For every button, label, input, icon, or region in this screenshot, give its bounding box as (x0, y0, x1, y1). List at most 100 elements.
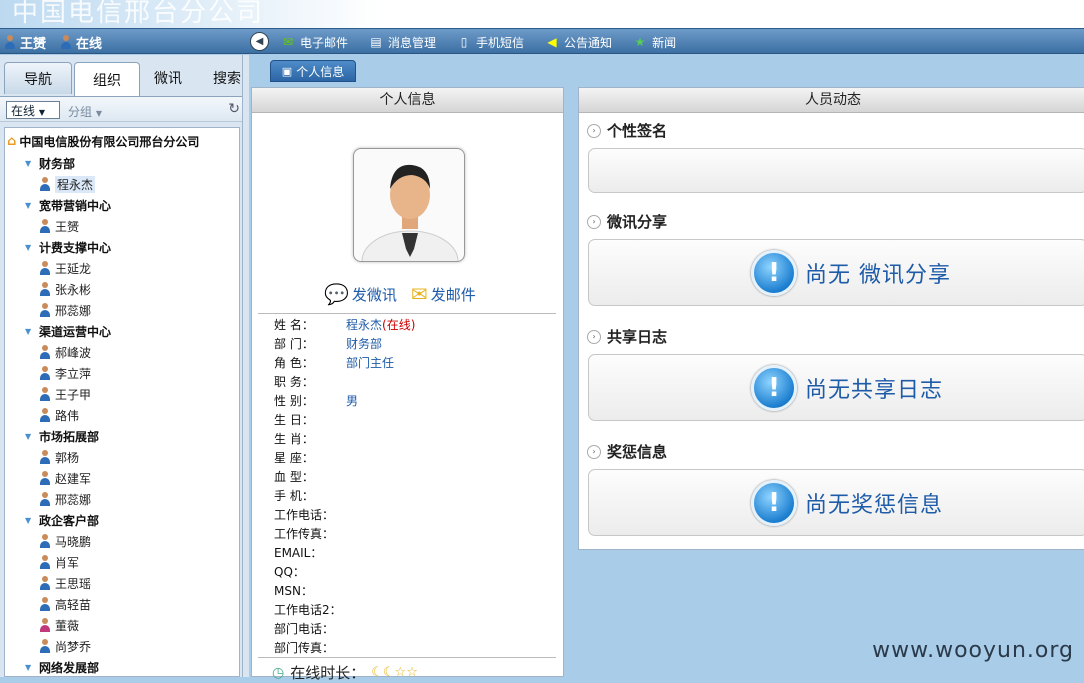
menu-message-manage[interactable]: ▤ 消息管理 (368, 33, 436, 51)
menu-notice[interactable]: ◀ 公告通知 (544, 33, 612, 51)
divider (258, 313, 556, 314)
mobile-phone-icon: ▯ (460, 35, 468, 49)
org-tree: ⌂ 中国电信股份有限公司邢台分公司 ▼ 财务部程永杰 ▼ 宽带营销中心王赟 ▼ 计费支撑中… (4, 127, 240, 677)
info-row: QQ： (274, 564, 305, 579)
person-icon (39, 387, 51, 401)
chevron-right-icon: › (587, 444, 601, 459)
contact-actions: 💬 发微讯 ✉ 发邮件 (324, 282, 476, 306)
tree-dept[interactable]: ▼ 网络发展部 (25, 658, 99, 676)
signature-box (588, 148, 1084, 193)
tree-dept[interactable]: ▼ 渠道运营中心 (25, 322, 111, 340)
shared-log-card: ! 尚无共享日志 (588, 354, 1084, 421)
tree-person[interactable]: 张永彬 (39, 280, 91, 298)
panel-title: 个人信息 (252, 88, 563, 113)
online-duration: ◷ 在线时长： ☾☾☆☆ (272, 664, 418, 682)
panel-title: 人员动态 (579, 88, 1084, 113)
tree-person[interactable]: 王子甲 (39, 385, 91, 403)
tree-dept[interactable]: ▼ 市场拓展部 (25, 427, 99, 445)
tree-person[interactable]: 程永杰 (39, 175, 96, 193)
user-info: 王赟 在线 (4, 32, 102, 52)
splitter[interactable] (242, 55, 249, 677)
group-select[interactable]: 分组 ▼ (68, 103, 102, 120)
tab-organization[interactable]: 组织 (74, 62, 140, 96)
tab-weixun[interactable]: 微讯 (142, 62, 194, 94)
info-row: 工作电话2： (274, 602, 342, 617)
info-row: 工作传真： (274, 526, 335, 541)
clock-icon: ◷ (272, 664, 285, 681)
user-status[interactable]: 在线 (76, 33, 102, 52)
tree-person[interactable]: 邢蕊娜 (39, 490, 91, 508)
tree-person[interactable]: 郭杨 (39, 448, 79, 466)
person-icon (39, 450, 51, 464)
tree-dept[interactable]: ▼ 财务部 (25, 154, 75, 172)
activity-panel: 人员动态 › 个性签名 › 微讯分享 ! 尚无 微讯分享 › 共享日志 ! 尚无共享日志 … (578, 87, 1084, 550)
refresh-icon[interactable]: ↻ (228, 101, 240, 117)
banner-title: 中国电信邢台分公司 (12, 0, 265, 28)
person-icon (39, 219, 51, 233)
top-menu: ✉ 电子邮件 ▤ 消息管理 ▯ 手机短信 ◀ 公告通知 ★ 新闻 (280, 33, 676, 51)
tree-person[interactable]: 李立萍 (39, 364, 91, 382)
person-icon (39, 177, 51, 191)
left-sidebar: 导航 组织 微讯 搜索 在线 ▼ 分组 ▼ ↻ ⌂ 中国电信股份有限公司邢台分公… (0, 55, 248, 677)
info-row: 血 型： (274, 469, 314, 484)
tree-person[interactable]: 尚梦乔 (39, 637, 91, 655)
expand-arrow-icon: ▼ (25, 158, 32, 168)
tab-personal-info[interactable]: ▣ 个人信息 (270, 60, 356, 82)
person-icon (39, 618, 51, 632)
expand-arrow-icon: ▼ (25, 662, 32, 672)
chat-bubble-icon: 💬 (324, 282, 349, 306)
expand-arrow-icon: ▼ (25, 242, 32, 252)
person-icon (39, 366, 51, 380)
info-row: 姓 名： 程永杰 (在线) (274, 317, 416, 332)
send-weixun-button[interactable]: 💬 发微讯 (324, 282, 397, 306)
person-icon (39, 282, 51, 296)
exclamation-icon: ! (751, 364, 797, 411)
tree-person[interactable]: 王延龙 (39, 259, 91, 277)
send-mail-button[interactable]: ✉ 发邮件 (411, 282, 476, 306)
expand-arrow-icon: ▼ (25, 326, 32, 336)
tree-person[interactable]: 赵建军 (39, 469, 91, 487)
tree-person[interactable]: 王思瑶 (39, 574, 91, 592)
menu-sms[interactable]: ▯ 手机短信 (456, 33, 524, 51)
expand-arrow-icon: ▼ (25, 515, 32, 525)
tree-dept[interactable]: ▼ 宽带营销中心 (25, 196, 111, 214)
tree-person[interactable]: 王赟 (39, 217, 79, 235)
exclamation-icon: ! (751, 249, 797, 296)
info-row: 生 肖： (274, 431, 314, 446)
tab-navigation[interactable]: 导航 (4, 62, 72, 94)
menu-email[interactable]: ✉ 电子邮件 (280, 33, 348, 51)
info-row: 角 色： 部门主任 (274, 355, 395, 370)
dropdown-arrow-icon: ▼ (38, 108, 45, 117)
tree-person[interactable]: 郝峰波 (39, 343, 91, 361)
tree-dept[interactable]: ▼ 政企客户部 (25, 511, 99, 529)
tree-dept[interactable]: ▼ 计费支撑中心 (25, 238, 111, 256)
person-icon (39, 471, 51, 485)
expand-arrow-icon: ▼ (25, 200, 32, 210)
envelope-icon: ✉ (282, 35, 294, 49)
tree-person[interactable]: 高轻苗 (39, 595, 91, 613)
person-icon (39, 261, 51, 275)
tree-person[interactable]: 董薇 (39, 616, 79, 634)
menu-news[interactable]: ★ 新闻 (632, 33, 676, 51)
home-icon: ⌂ (7, 134, 17, 149)
user-avatar-icon (4, 35, 16, 49)
chevron-right-icon: › (587, 329, 601, 344)
chevron-right-icon: › (587, 214, 601, 229)
person-icon (39, 555, 51, 569)
tree-person[interactable]: 路伟 (39, 406, 79, 424)
tree-root[interactable]: ⌂ 中国电信股份有限公司邢台分公司 (7, 133, 199, 150)
info-row: 生 日： (274, 412, 314, 427)
section-weixun-share: › 微讯分享 (587, 211, 667, 232)
tree-person[interactable]: 肖军 (39, 553, 79, 571)
speaker-icon: ◀ (547, 35, 557, 49)
personal-info-panel: 个人信息 💬 发微讯 ✉ 发邮件 姓 名： 程永杰 (在线) 部 门： 财务部角 色： 部门主… (251, 87, 564, 682)
tree-person[interactable]: 马晓鹏 (39, 532, 91, 550)
envelope-icon: ✉ (410, 282, 428, 306)
top-toolbar: 王赟 在线 ◀ ✉ 电子邮件 ▤ 消息管理 ▯ 手机短信 ◀ 公告通知 ★ 新闻 (0, 28, 1084, 54)
banner: 中国电信邢台分公司 (0, 0, 1084, 28)
person-icon (39, 597, 51, 611)
tree-person[interactable]: 邢蕊娜 (39, 301, 91, 319)
status-select[interactable]: 在线 ▼ (6, 101, 60, 119)
dropdown-arrow-icon: ▼ (95, 109, 102, 118)
collapse-left-button[interactable]: ◀ (250, 32, 269, 51)
